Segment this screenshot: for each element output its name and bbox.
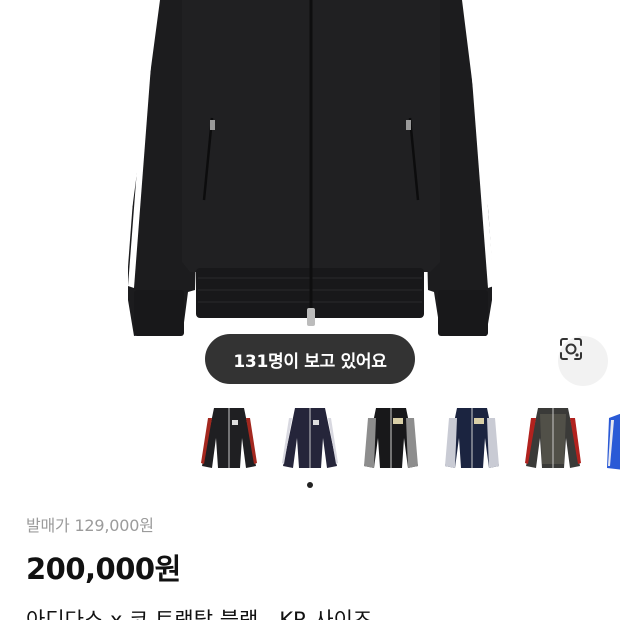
thumbnail-navy[interactable]	[271, 398, 349, 476]
product-title: 아디다스 x 코 트랙탑 블랙 - KR 사이즈	[26, 608, 373, 620]
thumbnail-black-grey[interactable]	[352, 398, 430, 476]
carousel-indicator	[0, 480, 620, 490]
price: 200,000원	[26, 552, 181, 586]
viewer-count-text: 131명이 보고 있어요	[233, 351, 387, 372]
jacket-thumbnail-image	[525, 408, 581, 468]
viewer-count-badge: 131명이 보고 있어요	[205, 334, 415, 384]
original-price: 발매가 129,000원	[26, 516, 154, 535]
thumbnail-strip[interactable]	[0, 398, 620, 480]
carousel-dot-active	[307, 482, 313, 488]
thumbnail-navy-white[interactable]	[433, 398, 511, 476]
product-main-image[interactable]: 131명이 보고 있어요	[0, 0, 620, 395]
jacket-thumbnail-image	[445, 408, 499, 468]
image-search-button[interactable]	[558, 336, 608, 386]
camera-lens-search-icon	[560, 338, 582, 360]
thumbnail-blue[interactable]	[595, 398, 620, 476]
jacket-thumbnail-image	[364, 408, 418, 468]
thumbnail-patterned-red[interactable]	[514, 398, 592, 476]
jacket-thumbnail-image	[607, 413, 620, 470]
jacket-thumbnail-image	[201, 408, 257, 468]
jacket-thumbnail-image	[282, 408, 338, 468]
thumbnail-black-red[interactable]	[190, 398, 268, 476]
